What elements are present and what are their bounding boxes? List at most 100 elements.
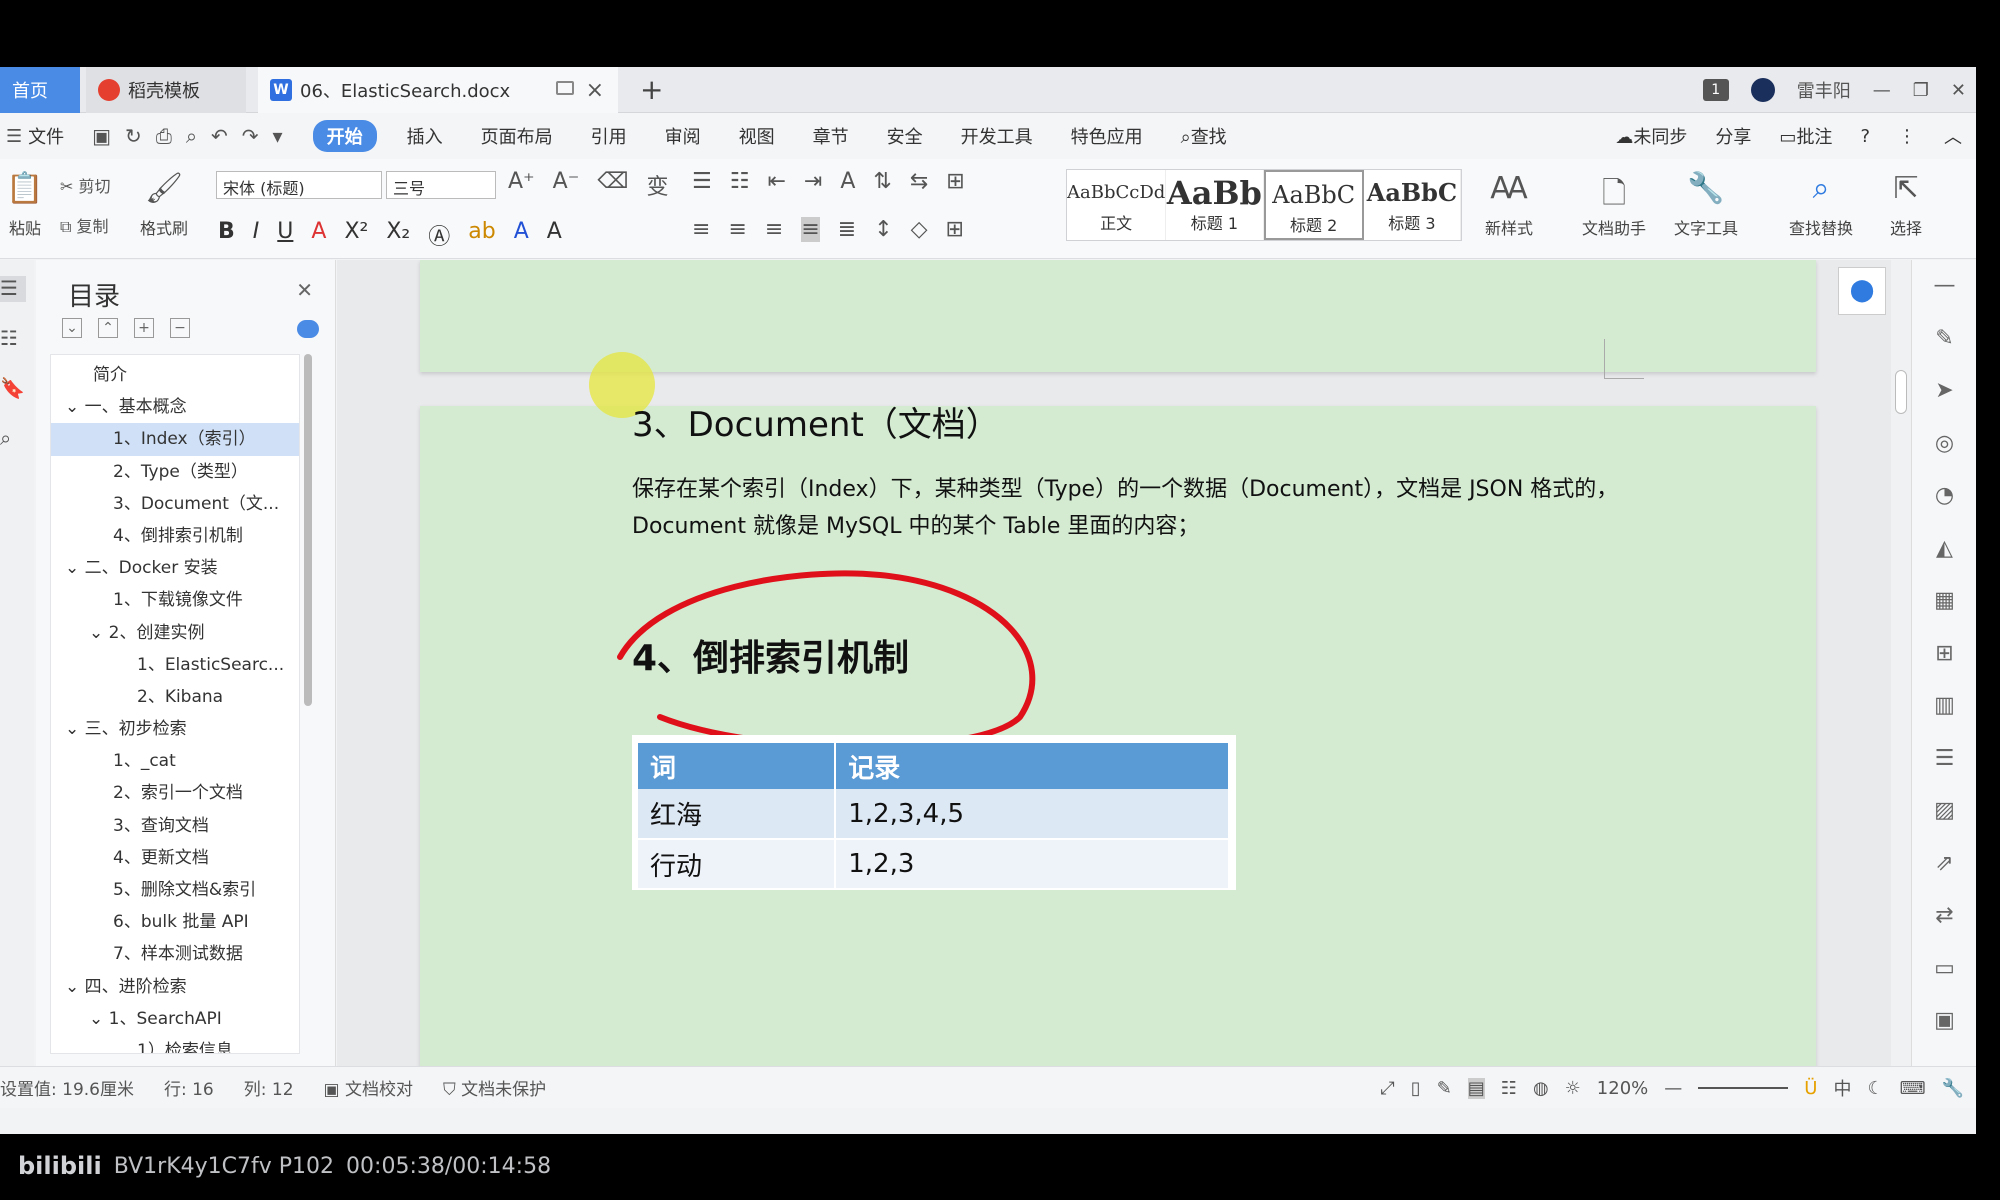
layers-icon[interactable]: ◭	[1912, 523, 1976, 576]
font-color-icon[interactable]: A	[514, 219, 529, 251]
shapes-icon[interactable]: ◔	[1912, 470, 1976, 523]
toc-item[interactable]: 4、倒排索引机制	[51, 520, 299, 552]
align-left-icon[interactable]: ≡	[692, 217, 710, 242]
menu-special[interactable]: 特色应用	[1071, 123, 1143, 149]
input-method-icon[interactable]: Ü	[1804, 1078, 1817, 1099]
restore-icon[interactable]: ❐	[1913, 80, 1929, 101]
toc-scrollbar[interactable]	[304, 354, 312, 706]
target-icon[interactable]: ◎	[1912, 418, 1976, 471]
grow-font-icon[interactable]: A⁺	[508, 169, 535, 201]
export-icon[interactable]: ⇗	[1912, 838, 1976, 891]
ime-chinese-icon[interactable]: 中	[1833, 1075, 1851, 1101]
text-effect-icon[interactable]: Ⓐ	[428, 219, 450, 251]
menu-references[interactable]: 引用	[591, 123, 627, 149]
grid-icon[interactable]: ⊞	[1912, 628, 1976, 681]
fullscreen-icon[interactable]: ⤢	[1380, 1078, 1394, 1099]
style-normal[interactable]: AaBbCcDd 正文	[1067, 170, 1167, 240]
toc-item[interactable]: 6、bulk 批量 API	[51, 906, 299, 938]
shading-icon[interactable]: ◇	[911, 217, 928, 242]
redo-icon[interactable]: ↷	[242, 124, 259, 148]
toc-item[interactable]: 1、下载镜像文件	[51, 584, 299, 616]
chevron-down-icon[interactable]: ⌄	[89, 623, 109, 643]
eye-care-icon[interactable]: ☼	[1565, 1078, 1581, 1099]
menu-view[interactable]: 视图	[739, 123, 775, 149]
toc-item[interactable]: 1、_cat	[51, 745, 299, 777]
table-cell[interactable]: 红海	[638, 789, 837, 840]
superscript-icon[interactable]: X²	[344, 219, 368, 251]
collapse-ribbon-icon[interactable]: ︿	[1944, 123, 1962, 149]
menu-page-layout[interactable]: 页面布局	[481, 123, 553, 149]
chart-icon[interactable]: ▥	[1912, 680, 1976, 733]
collapse-all-icon[interactable]: −	[170, 318, 190, 338]
find-replace-button[interactable]: ⌕ 查找替换	[1776, 171, 1866, 239]
toc-item[interactable]: 2、索引一个文档	[51, 777, 299, 809]
image-edit-icon[interactable]: ▨	[1912, 785, 1976, 838]
archive-icon[interactable]: ▭	[1912, 943, 1976, 996]
numbering-icon[interactable]: ☷	[730, 169, 750, 194]
bullets-icon[interactable]: ☰	[692, 169, 712, 194]
picture-icon[interactable]: ▣	[1912, 995, 1976, 1048]
para-spacing-icon[interactable]: ⇆	[910, 169, 928, 194]
heading-inverted-index[interactable]: 4、倒排索引机制	[632, 629, 909, 681]
hamburger-icon[interactable]: ☰	[6, 126, 22, 147]
select-button[interactable]: ⇱ 选择	[1876, 171, 1936, 239]
table-layout-icon[interactable]: ⊞	[946, 169, 964, 194]
zoom-slider[interactable]	[1698, 1087, 1789, 1089]
menu-insert[interactable]: 插入	[407, 123, 443, 149]
style-heading-1[interactable]: AaBb 标题 1	[1166, 170, 1264, 240]
zoom-out-icon[interactable]: —	[1664, 1078, 1682, 1099]
distribute-icon[interactable]: ≣	[838, 217, 856, 242]
justify-icon[interactable]: ≡	[801, 217, 820, 242]
toc-item[interactable]: 1、ElasticSearc...	[51, 649, 299, 681]
align-center-icon[interactable]: ≡	[728, 217, 746, 242]
tab-home[interactable]: 首页	[0, 67, 80, 113]
menu-review[interactable]: 审阅	[665, 123, 701, 149]
menu-security[interactable]: 安全	[887, 123, 923, 149]
new-style-button[interactable]: Ꜳ 新样式	[1474, 171, 1544, 239]
protect-button[interactable]: ⛉ 文档未保护	[443, 1075, 546, 1100]
menu-developer[interactable]: 开发工具	[961, 123, 1033, 149]
window-count-badge[interactable]: 1	[1702, 79, 1729, 101]
bold-icon[interactable]: B	[218, 219, 235, 251]
strikethrough-icon[interactable]: A	[311, 219, 326, 251]
close-tab-icon[interactable]: ×	[586, 78, 604, 103]
more-icon[interactable]: ⋮	[1898, 126, 1916, 147]
menu-file[interactable]: 文件	[28, 123, 64, 149]
toc-item[interactable]: ⌄ 三、初步检索	[51, 713, 299, 745]
line-spacing-icon[interactable]: ↕	[874, 217, 892, 242]
undo-icon[interactable]: ↶	[211, 124, 228, 148]
toc-item[interactable]: 2、Kibana	[51, 681, 299, 713]
zoom-level[interactable]: 120%	[1597, 1078, 1648, 1099]
chapter-nav-icon[interactable]: ☷	[0, 326, 26, 352]
table-cell[interactable]: 1,2,3	[835, 839, 1230, 890]
font-size-select[interactable]: 三号	[386, 171, 496, 199]
text-direction-icon[interactable]: A	[840, 169, 855, 194]
toc-item[interactable]: ⌄ 四、进阶检索	[51, 971, 299, 1003]
document-canvas[interactable]	[337, 260, 1891, 1066]
sliders-icon[interactable]: ☰	[1912, 733, 1976, 786]
phonetic-icon[interactable]: 变	[646, 169, 668, 201]
proofread-button[interactable]: ▣ 文档校对	[324, 1075, 413, 1100]
pen-icon[interactable]: ✎	[1912, 313, 1976, 366]
paragraph-document[interactable]: 保存在某个索引（Index）下，某种类型（Type）的一个数据（Document…	[632, 471, 1632, 545]
char-shading-icon[interactable]: A	[547, 219, 562, 251]
borders-icon[interactable]: ⊞	[946, 217, 964, 242]
doc-assistant-button[interactable]: 🗋 文档助手	[1574, 171, 1654, 239]
chevron-down-icon[interactable]: ⌄	[65, 397, 85, 417]
sort-icon[interactable]: ⇅	[873, 169, 891, 194]
new-tab-plus-icon[interactable]: +	[640, 73, 663, 106]
user-name[interactable]: 雷丰阳	[1797, 77, 1851, 103]
toc-item[interactable]: ⌄ 一、基本概念	[51, 391, 299, 423]
pointer-icon[interactable]: ➤	[1912, 365, 1976, 418]
toc-item[interactable]: 7、样本测试数据	[51, 938, 299, 970]
chevron-down-icon[interactable]: ⌄	[89, 1009, 109, 1029]
toc-item-selected[interactable]: 1、Index（索引）	[51, 423, 299, 456]
heading-document[interactable]: 3、Document（文档）	[632, 397, 1000, 446]
page-view-icon[interactable]: ▤	[1467, 1077, 1485, 1099]
toc-item[interactable]: 5、删除文档&索引	[51, 874, 299, 906]
paste-button[interactable]: 📋 粘贴	[0, 171, 50, 239]
table-icon[interactable]: ▦	[1912, 575, 1976, 628]
comment-button[interactable]: ▭批注	[1779, 123, 1832, 149]
moon-icon[interactable]: ☾	[1867, 1078, 1883, 1099]
font-family-select[interactable]: 宋体 (标题)	[216, 171, 382, 199]
